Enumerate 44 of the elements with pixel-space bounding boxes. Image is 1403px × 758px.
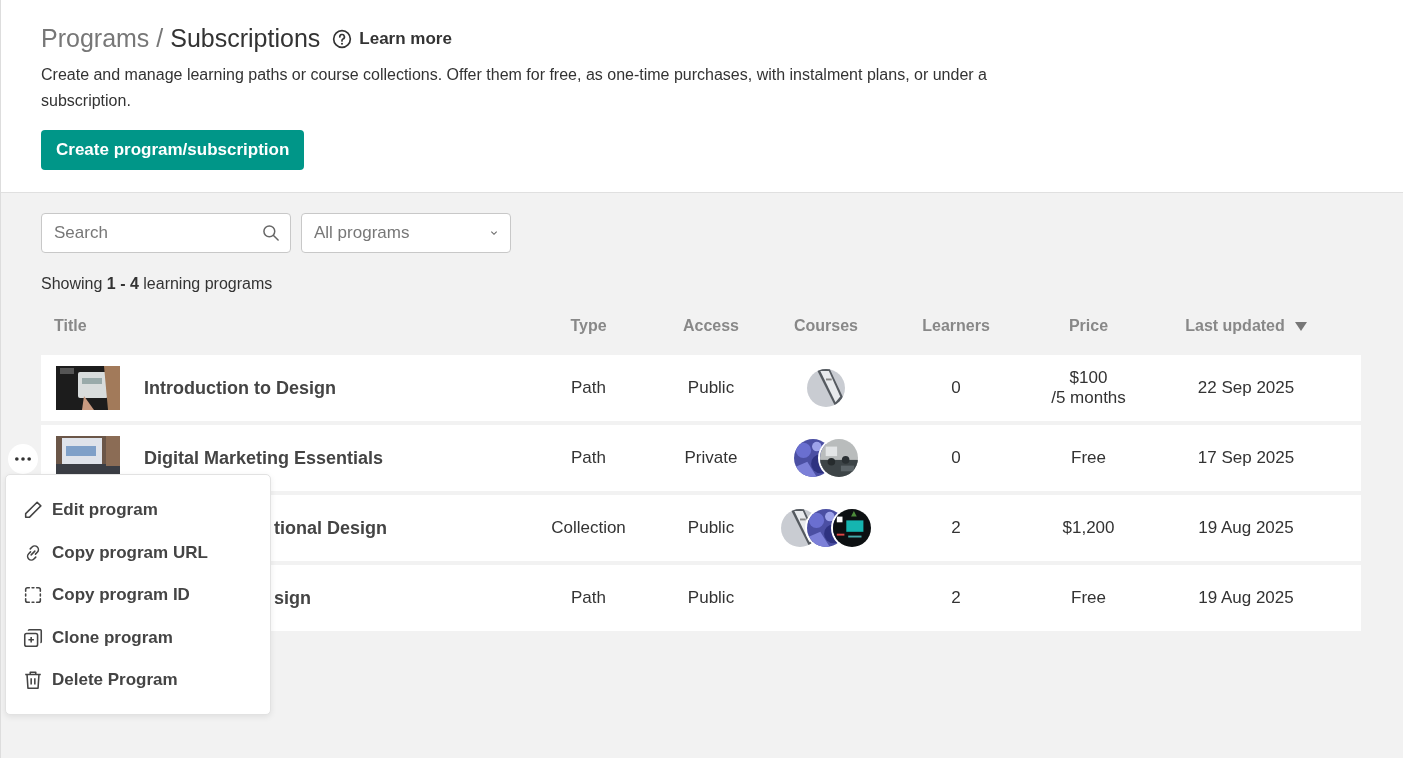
price-cell: $100 <box>1069 368 1108 388</box>
program-title[interactable]: Introduction to Design <box>144 377 336 399</box>
create-button[interactable]: Create program/subscription <box>41 130 305 170</box>
learners-cell: 0 <box>951 378 961 398</box>
search-field[interactable]: Search <box>41 213 291 253</box>
type-cell: Path <box>571 378 606 398</box>
clone-icon <box>22 626 44 649</box>
menu-item[interactable]: Delete Program <box>6 659 270 702</box>
menu-item[interactable]: Copy program URL <box>6 531 270 574</box>
type-cell: Path <box>571 448 606 468</box>
access-cell: Public <box>687 518 735 538</box>
access-cell: Public <box>687 588 735 608</box>
program-title[interactable]: Digital Marketing Essentials <box>144 447 384 469</box>
price-cell: $1,200 <box>1062 518 1115 538</box>
learners-cell: 0 <box>951 448 961 468</box>
more-options-button[interactable] <box>8 444 38 474</box>
sort-descending-icon[interactable] <box>1294 321 1307 331</box>
date-cell: 22 Sep 2025 <box>1197 378 1295 398</box>
trash-icon <box>22 669 44 692</box>
menu-item[interactable]: Copy program ID <box>6 574 270 617</box>
price-period: /5 months <box>1051 388 1126 408</box>
type-cell: Path <box>571 588 606 608</box>
date-cell: 17 Sep 2025 <box>1197 448 1295 468</box>
learn-more-link[interactable]: Learn more <box>332 28 452 49</box>
menu-item[interactable]: Clone program <box>6 616 270 659</box>
learners-cell: 2 <box>951 588 961 608</box>
program-title[interactable]: sign <box>274 587 311 609</box>
more-icon <box>15 457 31 461</box>
type-cell: Collection <box>551 518 626 538</box>
learners-cell: 2 <box>951 518 961 538</box>
results-summary: Showing 1 - 4 learning programs <box>41 275 274 293</box>
help-icon <box>332 28 353 49</box>
price-cell: Free <box>1071 448 1106 468</box>
search-icon <box>261 223 281 243</box>
page-title: Programs / Subscriptions <box>41 24 321 53</box>
access-cell: Private <box>684 448 738 468</box>
price-cell: Free <box>1071 588 1106 608</box>
program-filter-dropdown[interactable]: All programs <box>301 213 511 253</box>
date-cell: 19 Aug 2025 <box>1198 518 1294 538</box>
access-cell: Public <box>687 378 735 398</box>
program-title[interactable]: tional Design <box>274 517 387 539</box>
menu-item[interactable]: Edit program <box>6 489 270 532</box>
page-description: Create and manage learning paths or course collections. Offer them for free, as one-time purchases, with instalment plans, or under a subscription. <box>41 65 988 111</box>
date-cell: 19 Aug 2025 <box>1198 588 1294 608</box>
